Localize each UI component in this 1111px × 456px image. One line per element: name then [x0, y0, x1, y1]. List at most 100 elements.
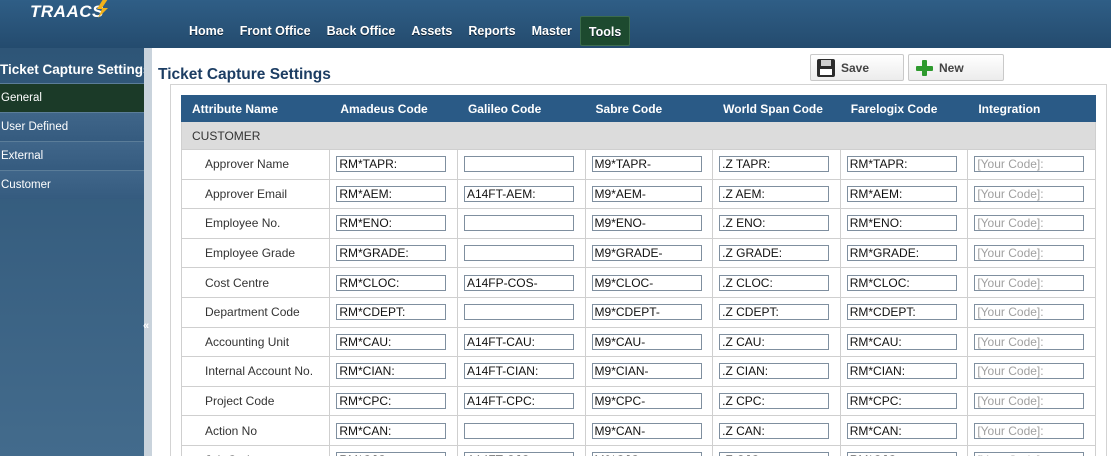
- sabre-code-input[interactable]: [591, 215, 702, 232]
- farelogix-code-input[interactable]: [846, 393, 957, 410]
- amadeus-code-input[interactable]: [336, 333, 447, 350]
- integration-code-input[interactable]: [974, 333, 1085, 350]
- ticket-capture-table: Attribute Name Amadeus Code Galileo Code…: [180, 95, 1096, 456]
- integration-code-input[interactable]: [974, 274, 1085, 291]
- nav-front-office[interactable]: Front Office: [232, 16, 319, 46]
- worldspan-code-input[interactable]: [719, 185, 830, 202]
- farelogix-code-input[interactable]: [846, 185, 957, 202]
- galileo-code-input[interactable]: [463, 422, 574, 439]
- code-cell: [712, 237, 841, 269]
- farelogix-code-input[interactable]: [846, 215, 957, 232]
- farelogix-code-input[interactable]: [846, 245, 957, 262]
- sabre-code-input[interactable]: [591, 304, 702, 321]
- worldspan-code-input[interactable]: [719, 274, 830, 291]
- sabre-code-input[interactable]: [591, 245, 702, 262]
- farelogix-code-input[interactable]: [846, 363, 957, 380]
- attribute-name: Action No: [180, 415, 331, 446]
- nav-master[interactable]: Master: [524, 16, 580, 46]
- code-cell: [584, 267, 714, 298]
- plus-icon: [915, 59, 933, 77]
- amadeus-code-input[interactable]: [336, 245, 447, 262]
- farelogix-code-input[interactable]: [846, 156, 957, 173]
- galileo-code-input[interactable]: [463, 156, 574, 173]
- farelogix-code-input[interactable]: [846, 422, 957, 439]
- code-cell: [967, 415, 1096, 446]
- galileo-code-input[interactable]: [463, 363, 574, 380]
- sabre-code-input[interactable]: [591, 156, 702, 173]
- col-header-sabre-code: Sabre Code: [584, 95, 714, 122]
- amadeus-code-input[interactable]: [336, 274, 447, 291]
- integration-code-input[interactable]: [974, 422, 1085, 439]
- amadeus-code-input[interactable]: [336, 393, 447, 410]
- amadeus-code-input[interactable]: [336, 363, 447, 380]
- code-cell: [967, 267, 1096, 298]
- code-cell: [584, 444, 714, 456]
- worldspan-code-input[interactable]: [719, 215, 830, 232]
- galileo-code-input[interactable]: [463, 393, 574, 410]
- code-cell: [839, 415, 969, 446]
- amadeus-code-input[interactable]: [336, 185, 447, 202]
- worldspan-code-input[interactable]: [719, 422, 830, 439]
- worldspan-code-input[interactable]: [719, 363, 830, 380]
- amadeus-code-input[interactable]: [336, 304, 447, 321]
- sidebar-item-external[interactable]: External: [0, 141, 147, 170]
- new-button[interactable]: New: [908, 54, 1004, 81]
- amadeus-code-input[interactable]: [336, 215, 447, 232]
- attribute-name: Approver Email: [180, 178, 331, 210]
- sabre-code-input[interactable]: [591, 363, 702, 380]
- integration-code-input[interactable]: [974, 185, 1085, 202]
- nav-back-office[interactable]: Back Office: [319, 16, 404, 46]
- sabre-code-input[interactable]: [591, 422, 702, 439]
- amadeus-code-input[interactable]: [336, 156, 447, 173]
- sidebar-splitter[interactable]: [144, 48, 152, 456]
- sabre-code-input[interactable]: [591, 393, 702, 410]
- sabre-code-input[interactable]: [591, 452, 702, 456]
- galileo-code-input[interactable]: [463, 185, 574, 202]
- worldspan-code-input[interactable]: [719, 452, 830, 456]
- integration-code-input[interactable]: [974, 452, 1085, 456]
- col-header-attribute-name: Attribute Name: [180, 95, 331, 122]
- farelogix-code-input[interactable]: [846, 333, 957, 350]
- galileo-code-input[interactable]: [463, 274, 574, 291]
- galileo-code-input[interactable]: [463, 245, 574, 262]
- farelogix-code-input[interactable]: [846, 452, 957, 456]
- amadeus-code-input[interactable]: [336, 452, 447, 456]
- nav-home[interactable]: Home: [181, 16, 232, 46]
- sabre-code-input[interactable]: [591, 333, 702, 350]
- code-cell: [456, 149, 586, 180]
- collapse-sidebar-icon[interactable]: «: [143, 320, 149, 332]
- integration-code-input[interactable]: [974, 393, 1085, 410]
- code-cell: [584, 415, 714, 446]
- sabre-code-input[interactable]: [591, 274, 702, 291]
- galileo-code-input[interactable]: [463, 304, 574, 321]
- farelogix-code-input[interactable]: [846, 304, 957, 321]
- worldspan-code-input[interactable]: [719, 393, 830, 410]
- integration-code-input[interactable]: [974, 156, 1085, 173]
- nav-assets[interactable]: Assets: [403, 16, 460, 46]
- code-cell: [839, 267, 969, 298]
- galileo-code-input[interactable]: [463, 215, 574, 232]
- galileo-code-input[interactable]: [463, 452, 574, 456]
- nav-reports[interactable]: Reports: [460, 16, 523, 46]
- code-cell: [456, 296, 586, 328]
- integration-code-input[interactable]: [974, 245, 1085, 262]
- amadeus-code-input[interactable]: [336, 422, 447, 439]
- sidebar-title: Ticket Capture Settings: [0, 62, 151, 77]
- sabre-code-input[interactable]: [591, 185, 702, 202]
- worldspan-code-input[interactable]: [719, 304, 830, 321]
- integration-code-input[interactable]: [974, 304, 1085, 321]
- worldspan-code-input[interactable]: [719, 245, 830, 262]
- code-cell: [712, 208, 841, 239]
- nav-tools[interactable]: Tools: [579, 16, 631, 46]
- integration-code-input[interactable]: [974, 363, 1085, 380]
- save-button[interactable]: Save: [810, 54, 904, 81]
- farelogix-code-input[interactable]: [846, 274, 957, 291]
- galileo-code-input[interactable]: [463, 333, 574, 350]
- sidebar-item-customer[interactable]: Customer: [0, 170, 147, 199]
- integration-code-input[interactable]: [974, 215, 1085, 232]
- code-cell: [584, 178, 714, 210]
- sidebar-item-general[interactable]: General: [0, 83, 151, 112]
- sidebar-item-user-defined[interactable]: User Defined: [0, 112, 147, 141]
- worldspan-code-input[interactable]: [719, 156, 830, 173]
- worldspan-code-input[interactable]: [719, 333, 830, 350]
